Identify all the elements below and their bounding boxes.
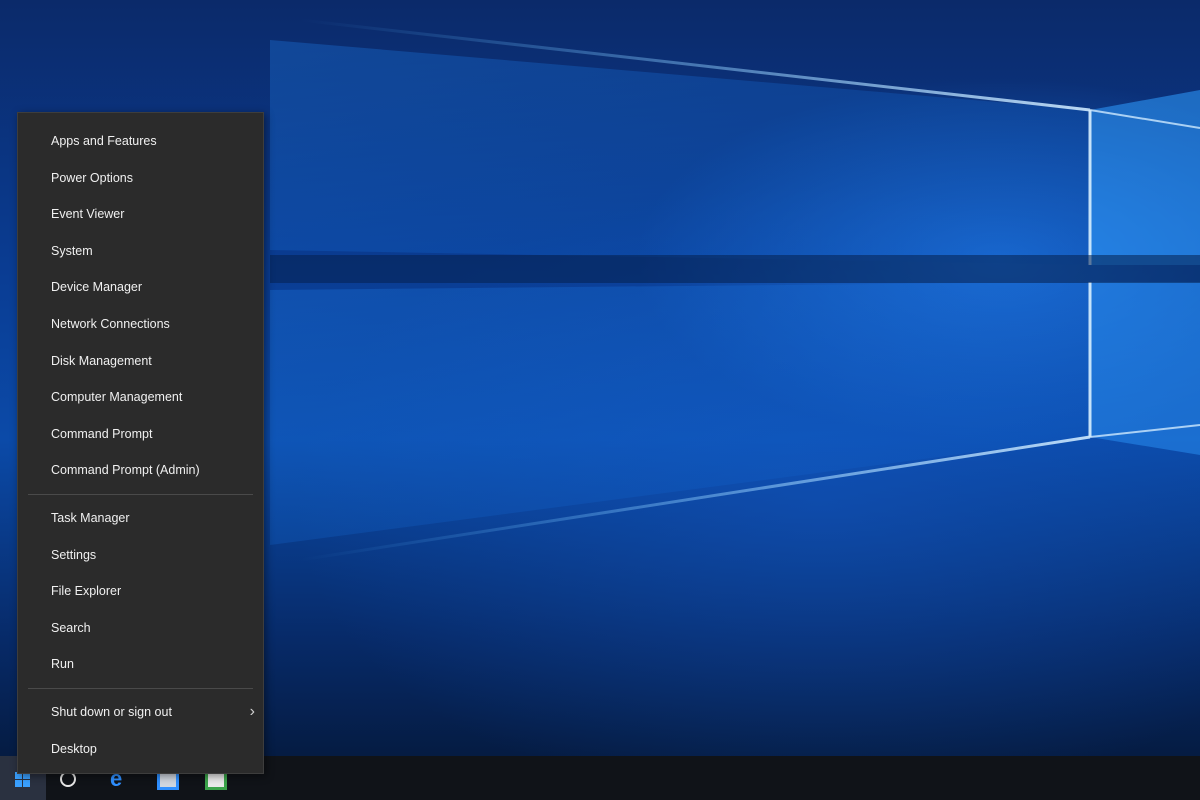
menu-item-power-options[interactable]: Power Options — [18, 160, 263, 197]
menu-group-utilities: Task Manager Settings File Explorer Sear… — [18, 500, 263, 683]
menu-item-shut-down-or-sign-out[interactable]: Shut down or sign out › — [18, 694, 263, 731]
menu-item-task-manager[interactable]: Task Manager — [18, 500, 263, 537]
menu-item-command-prompt[interactable]: Command Prompt — [18, 416, 263, 453]
menu-item-event-viewer[interactable]: Event Viewer — [18, 196, 263, 233]
menu-item-system[interactable]: System — [18, 233, 263, 270]
menu-item-disk-management[interactable]: Disk Management — [18, 343, 263, 380]
menu-item-apps-and-features[interactable]: Apps and Features — [18, 123, 263, 160]
power-user-menu: Apps and Features Power Options Event Vi… — [17, 112, 264, 774]
menu-item-run[interactable]: Run — [18, 646, 263, 683]
menu-separator — [28, 493, 253, 495]
menu-item-command-prompt-admin[interactable]: Command Prompt (Admin) — [18, 452, 263, 489]
menu-item-label: Shut down or sign out — [51, 704, 172, 719]
menu-item-computer-management[interactable]: Computer Management — [18, 379, 263, 416]
menu-item-search[interactable]: Search — [18, 610, 263, 647]
menu-separator — [28, 687, 253, 689]
menu-item-device-manager[interactable]: Device Manager — [18, 269, 263, 306]
menu-item-settings[interactable]: Settings — [18, 537, 263, 574]
windows-logo-icon — [15, 772, 31, 788]
menu-item-desktop[interactable]: Desktop — [18, 731, 263, 768]
menu-group-session: Shut down or sign out › Desktop — [18, 694, 263, 767]
menu-item-file-explorer[interactable]: File Explorer — [18, 573, 263, 610]
menu-item-network-connections[interactable]: Network Connections — [18, 306, 263, 343]
menu-group-system-tools: Apps and Features Power Options Event Vi… — [18, 123, 263, 489]
chevron-right-icon: › — [249, 702, 255, 720]
